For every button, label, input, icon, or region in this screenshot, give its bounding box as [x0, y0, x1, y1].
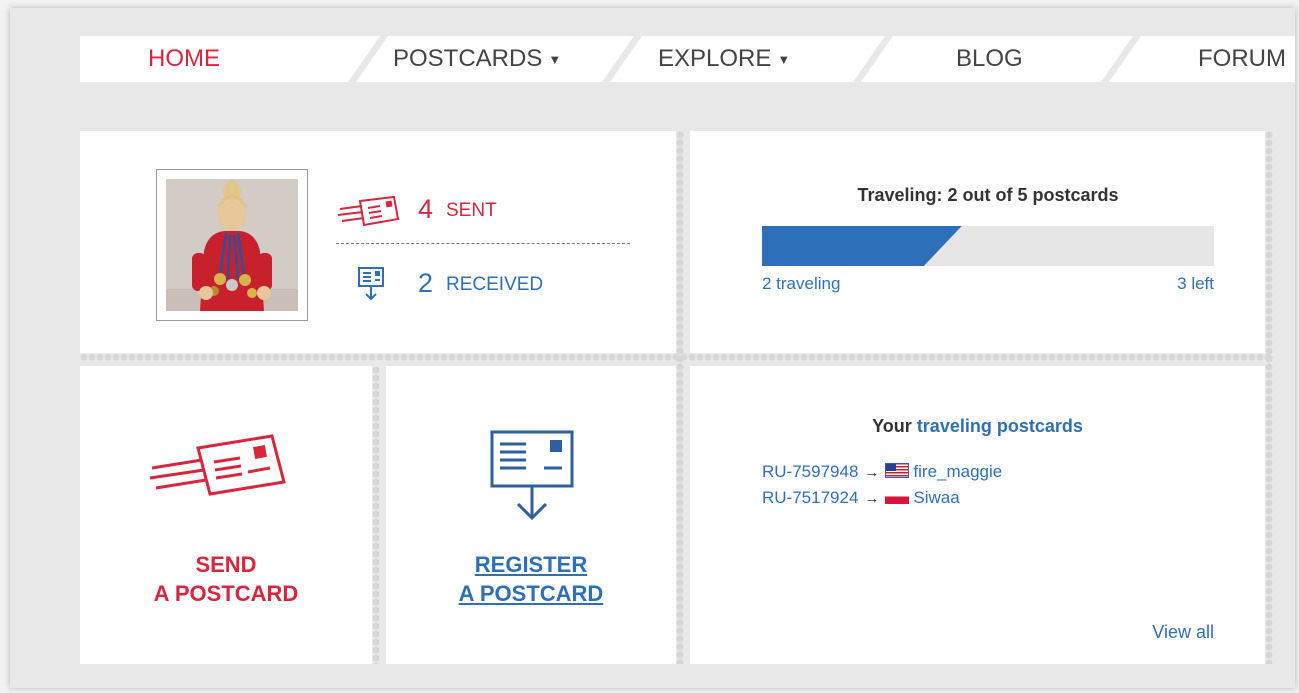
traveling-progress-panel: Traveling: 2 out of 5 postcards 2 travel… [690, 131, 1265, 353]
pl-flag-icon [885, 489, 910, 504]
perforation-divider [372, 366, 380, 664]
nav-blog-label: BLOG [956, 45, 1023, 72]
stats-divider [336, 243, 630, 244]
avatar-frame[interactable] [156, 169, 308, 321]
traveling-postcards-link[interactable]: traveling postcards [917, 416, 1083, 436]
progress-title: Traveling: 2 out of 5 postcards [857, 185, 1119, 205]
register-postcard-panel[interactable]: REGISTER A POSTCARD [386, 366, 676, 664]
send-label-line1: SEND [195, 552, 257, 577]
traveling-count-link[interactable]: 2 traveling [762, 274, 840, 294]
send-postcard-link[interactable]: SEND A POSTCARD [80, 550, 372, 608]
left-count-link[interactable]: 3 left [1177, 274, 1214, 294]
postcard-code-link[interactable]: RU-7517924 [762, 488, 858, 507]
user-link[interactable]: fire_maggie [913, 462, 1002, 481]
sent-stat-link[interactable]: 4 SENT [336, 193, 636, 229]
arrow-right-icon: → [864, 464, 880, 481]
send-postcard-panel[interactable]: SEND A POSTCARD [80, 366, 372, 664]
received-stat-link[interactable]: 2 RECEIVED [336, 267, 636, 303]
progress-bar [762, 226, 1214, 266]
perforation-divider [1265, 131, 1273, 664]
register-postcard-link[interactable]: REGISTER A POSTCARD [386, 550, 676, 608]
nav-home[interactable]: HOME [148, 36, 220, 82]
postcard-send-icon [149, 434, 286, 496]
postcard-code-link[interactable]: RU-7597948 [762, 462, 858, 481]
send-label-line2: A POSTCARD [153, 581, 299, 606]
progress-fill-shape [762, 226, 962, 266]
nav-forum[interactable]: FORUM [1198, 36, 1286, 82]
postcard-receive-icon [358, 267, 384, 301]
register-label-line2: A POSTCARD [458, 581, 604, 606]
page-frame: HOME POSTCARDS ▼ EXPLORE ▼ BLOG FORUM 4 … [10, 8, 1295, 688]
view-all-link[interactable]: View all [1152, 622, 1214, 643]
nav-postcards-label: POSTCARDS [393, 45, 543, 72]
traveling-title: Your traveling postcards [690, 416, 1265, 437]
nav-explore[interactable]: EXPLORE ▼ [658, 36, 790, 82]
us-flag-icon [885, 463, 910, 478]
received-label: RECEIVED [446, 274, 544, 295]
perforation-divider [80, 353, 1273, 361]
sent-label: SENT [446, 200, 497, 221]
list-item: RU-7597948 → fire_maggie [762, 462, 1002, 486]
nav-blog[interactable]: BLOG [956, 36, 1023, 82]
postcard-send-icon [337, 195, 400, 227]
register-label-line1: REGISTER [474, 552, 588, 577]
received-count: 2 [418, 268, 434, 298]
chevron-down-icon: ▼ [777, 51, 791, 67]
arrow-right-icon: → [864, 490, 880, 507]
nav-forum-label: FORUM [1198, 45, 1286, 72]
nav-explore-label: EXPLORE [658, 45, 772, 72]
traveling-title-prefix: Your [872, 416, 912, 436]
list-item: RU-7517924 → Siwaa [762, 488, 960, 512]
nav-postcards[interactable]: POSTCARDS ▼ [393, 36, 561, 82]
profile-panel: 4 SENT 2 RECEIVED [80, 131, 676, 353]
main-nav: HOME POSTCARDS ▼ EXPLORE ▼ BLOG FORUM [80, 36, 1295, 82]
avatar[interactable] [166, 179, 298, 311]
user-link[interactable]: Siwaa [913, 488, 959, 507]
chevron-down-icon: ▼ [548, 51, 562, 67]
postcard-receive-icon [490, 430, 574, 521]
traveling-postcards-panel: Your traveling postcards RU-7597948 → fire… [690, 366, 1265, 664]
nav-home-label: HOME [148, 45, 220, 72]
perforation-divider [676, 131, 684, 664]
progress-fill [762, 226, 962, 266]
sent-count: 4 [418, 194, 434, 224]
